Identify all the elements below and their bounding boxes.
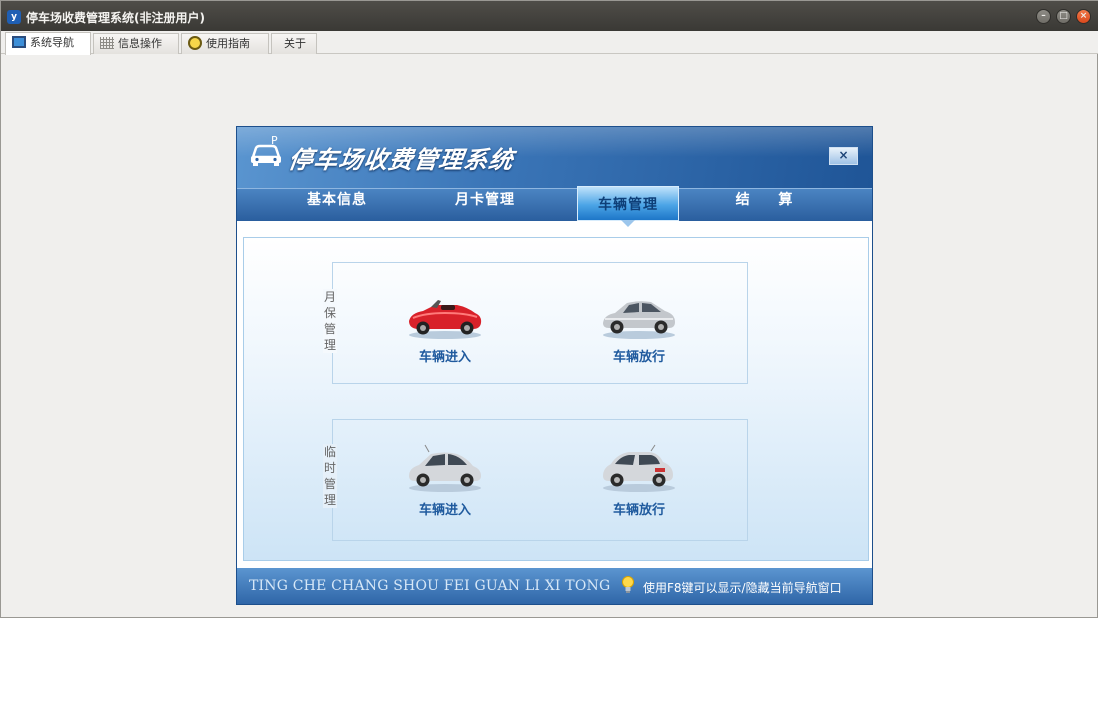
grid-icon	[100, 37, 114, 49]
silver-hatchback-rear-car-icon	[603, 444, 675, 492]
nav-monthly-card[interactable]: 月卡管理	[430, 189, 540, 222]
temporary-vehicle-entry-button[interactable]: 车辆进入	[405, 444, 485, 518]
nav-settlement[interactable]: 结 算	[715, 189, 825, 222]
parking-car-logo-icon: P	[251, 134, 281, 166]
monitor-icon	[12, 36, 26, 48]
active-nav-caret	[621, 220, 635, 227]
temporary-vehicle-exit-button[interactable]: 车辆放行	[599, 444, 679, 518]
app-window: y 停车场收费管理系统(非注册用户) – □ × 系统导航 信息操作 使用指南 …	[0, 0, 1098, 618]
monthly-exit-label: 车辆放行	[612, 350, 665, 365]
tab-user-guide[interactable]: 使用指南	[181, 33, 269, 54]
dialog-footer: TING CHE CHANG SHOU FEI GUAN LI XI TONG …	[237, 568, 872, 604]
lightbulb-icon	[622, 576, 634, 593]
group-label: 月保管理	[323, 289, 337, 353]
tab-label: 关于	[284, 37, 306, 50]
window-title: 停车场收费管理系统(非注册用户)	[26, 11, 205, 25]
monthly-vehicle-exit-button[interactable]: 车辆放行	[599, 291, 679, 365]
tab-info-operation[interactable]: 信息操作	[93, 33, 179, 54]
dialog-header: P 停车场收费管理系统 ×	[237, 127, 872, 188]
temporary-entry-label: 车辆进入	[418, 503, 471, 518]
footer-pinyin: TING CHE CHANG SHOU FEI GUAN LI XI TONG	[249, 578, 611, 594]
footer-tip: 使用F8键可以显示/隐藏当前导航窗口	[643, 581, 842, 595]
tab-label: 系统导航	[30, 36, 74, 49]
help-icon	[188, 36, 202, 50]
dialog-body: 月保管理 车辆进入 车辆放行 临时管理 车辆进入 车辆放行	[243, 237, 869, 561]
silver-sedan-car-icon	[603, 301, 675, 339]
group-label: 临时管理	[323, 444, 337, 508]
monthly-vehicle-entry-button[interactable]: 车辆进入	[405, 291, 485, 365]
tab-about[interactable]: 关于	[271, 33, 317, 54]
monthly-group: 月保管理 车辆进入 车辆放行	[323, 262, 748, 384]
dialog-nav-bar: 基本信息 月卡管理 车辆管理 结 算	[237, 186, 872, 222]
nav-basic-info[interactable]: 基本信息	[282, 189, 392, 222]
tab-strip: 系统导航 信息操作 使用指南 关于	[1, 31, 1098, 55]
red-convertible-car-icon	[409, 300, 482, 339]
dialog-close-button[interactable]: ×	[829, 147, 858, 165]
monthly-entry-label: 车辆进入	[418, 350, 471, 365]
tab-label: 使用指南	[206, 37, 250, 50]
tab-system-navigation[interactable]: 系统导航	[5, 32, 91, 55]
app-logo-icon: y	[7, 10, 21, 24]
navigation-dialog: P 停车场收费管理系统 × 基本信息 月卡管理 车辆管理 结 算 月保管理 车辆…	[236, 126, 873, 605]
close-button[interactable]: ×	[1076, 9, 1091, 24]
tab-label: 信息操作	[118, 37, 162, 50]
silver-hatchback-car-icon	[409, 444, 481, 492]
maximize-button[interactable]: □	[1056, 9, 1071, 24]
temporary-group: 临时管理 车辆进入 车辆放行	[323, 419, 748, 541]
minimize-button[interactable]: –	[1036, 9, 1051, 24]
temporary-exit-label: 车辆放行	[612, 503, 665, 518]
dialog-title: 停车场收费管理系统	[286, 146, 516, 174]
title-bar[interactable]: y 停车场收费管理系统(非注册用户) – □ ×	[1, 1, 1098, 31]
nav-vehicle-management[interactable]: 车辆管理	[577, 186, 679, 221]
